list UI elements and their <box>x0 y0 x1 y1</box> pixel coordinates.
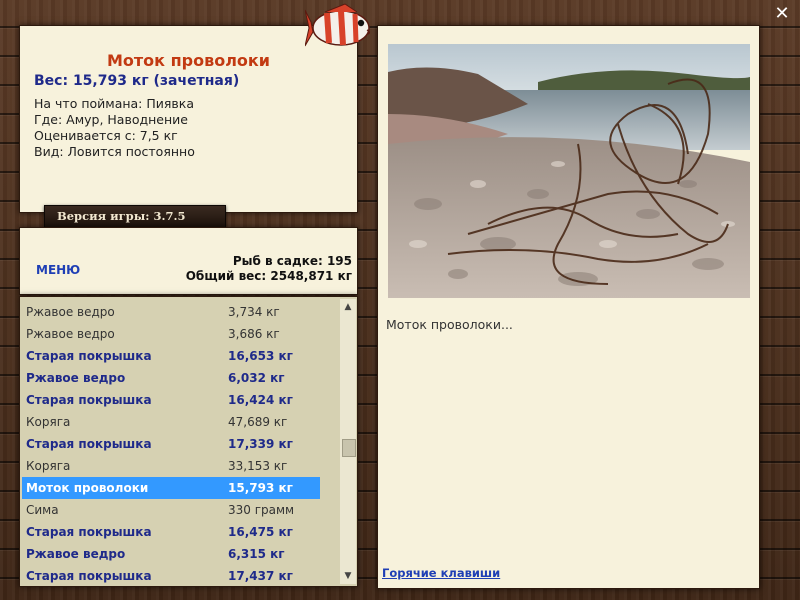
fish-weight: Вес: 15,793 кг (зачетная) <box>34 73 240 89</box>
item-name: Коряга <box>26 415 71 429</box>
list-item[interactable]: Старая покрышка 16,653 кг <box>22 345 320 367</box>
list-item[interactable]: Коряга 47,689 кг <box>22 411 320 433</box>
fish-logo-icon <box>304 2 375 52</box>
list-item[interactable]: Старая покрышка 16,424 кг <box>22 389 320 411</box>
list-item[interactable]: Старая покрышка 17,339 кг <box>22 433 320 455</box>
catch-list: Ржавое ведро 3,734 кг Ржавое ведро 3,686 кг… <box>19 296 358 587</box>
list-item[interactable]: Сима 330 грамм <box>22 499 320 521</box>
location-detail: Где: Амур, Наводнение <box>34 112 188 127</box>
item-weight: 3,734 кг <box>228 305 280 319</box>
total-weight: Общий вес: 2548,871 кг <box>185 269 352 283</box>
species-detail: Вид: Ловится постоянно <box>34 144 195 159</box>
version-label: Версия игры: 3.7.5 <box>44 205 226 228</box>
fish-photo <box>388 44 750 298</box>
item-name: Старая покрышка <box>26 569 152 583</box>
list-item-selected[interactable]: Моток проволоки 15,793 кг <box>22 477 320 499</box>
item-name: Ржавое ведро <box>26 305 115 319</box>
item-weight: 15,793 кг <box>228 481 293 495</box>
item-weight: 47,689 кг <box>228 415 288 429</box>
item-name: Ржавое ведро <box>26 327 115 341</box>
list-item[interactable]: Ржавое ведро 6,032 кг <box>22 367 320 389</box>
item-weight: 16,424 кг <box>228 393 293 407</box>
threshold-detail: Оценивается с: 7,5 кг <box>34 128 178 143</box>
item-name: Сима <box>26 503 59 517</box>
item-weight: 330 грамм <box>228 503 295 517</box>
list-item[interactable]: Старая покрышка 17,437 кг <box>22 565 320 587</box>
item-name: Старая покрышка <box>26 393 152 407</box>
fish-info-panel: Моток проволоки Вес: 15,793 кг (зачетная… <box>19 25 358 213</box>
item-weight: 17,339 кг <box>228 437 293 451</box>
list-item[interactable]: Старая покрышка 16,475 кг <box>22 521 320 543</box>
item-weight: 3,686 кг <box>228 327 280 341</box>
stats-panel: МЕНЮ Рыб в садке: 195 Общий вес: 2548,87… <box>19 227 358 295</box>
item-name: Старая покрышка <box>26 349 152 363</box>
item-weight: 33,153 кг <box>228 459 288 473</box>
item-weight: 17,437 кг <box>228 569 293 583</box>
item-name: Ржавое ведро <box>26 547 126 561</box>
item-weight: 16,653 кг <box>228 349 293 363</box>
detail-panel: Моток проволоки... Горячие клавиши <box>377 25 760 589</box>
chevron-up-icon[interactable]: ▲ <box>340 299 356 315</box>
item-name: Старая покрышка <box>26 437 152 451</box>
list-item[interactable]: Ржавое ведро 6,315 кг <box>22 543 320 565</box>
chevron-down-icon[interactable]: ▼ <box>340 568 356 584</box>
scroll-thumb[interactable] <box>342 439 356 457</box>
close-icon[interactable]: ✕ <box>772 4 792 24</box>
item-name: Моток проволоки <box>26 481 149 495</box>
list-scrollbar[interactable]: ▲ ▼ <box>340 299 356 584</box>
list-item[interactable]: Ржавое ведро 3,734 кг <box>22 301 320 323</box>
item-name: Ржавое ведро <box>26 371 126 385</box>
photo-caption: Моток проволоки... <box>386 317 513 332</box>
item-weight: 6,032 кг <box>228 371 285 385</box>
fish-title: Моток проволоки <box>106 51 270 70</box>
item-weight: 6,315 кг <box>228 547 285 561</box>
item-weight: 16,475 кг <box>228 525 293 539</box>
item-name: Старая покрышка <box>26 525 152 539</box>
list-item[interactable]: Коряга 33,153 кг <box>22 455 320 477</box>
item-name: Коряга <box>26 459 71 473</box>
bait-detail: На что поймана: Пиявка <box>34 96 194 111</box>
hotkeys-link[interactable]: Горячие клавиши <box>382 566 500 580</box>
list-item[interactable]: Ржавое ведро 3,686 кг <box>22 323 320 345</box>
fish-count: Рыб в садке: 195 <box>232 254 352 268</box>
menu-button[interactable]: МЕНЮ <box>36 263 80 277</box>
